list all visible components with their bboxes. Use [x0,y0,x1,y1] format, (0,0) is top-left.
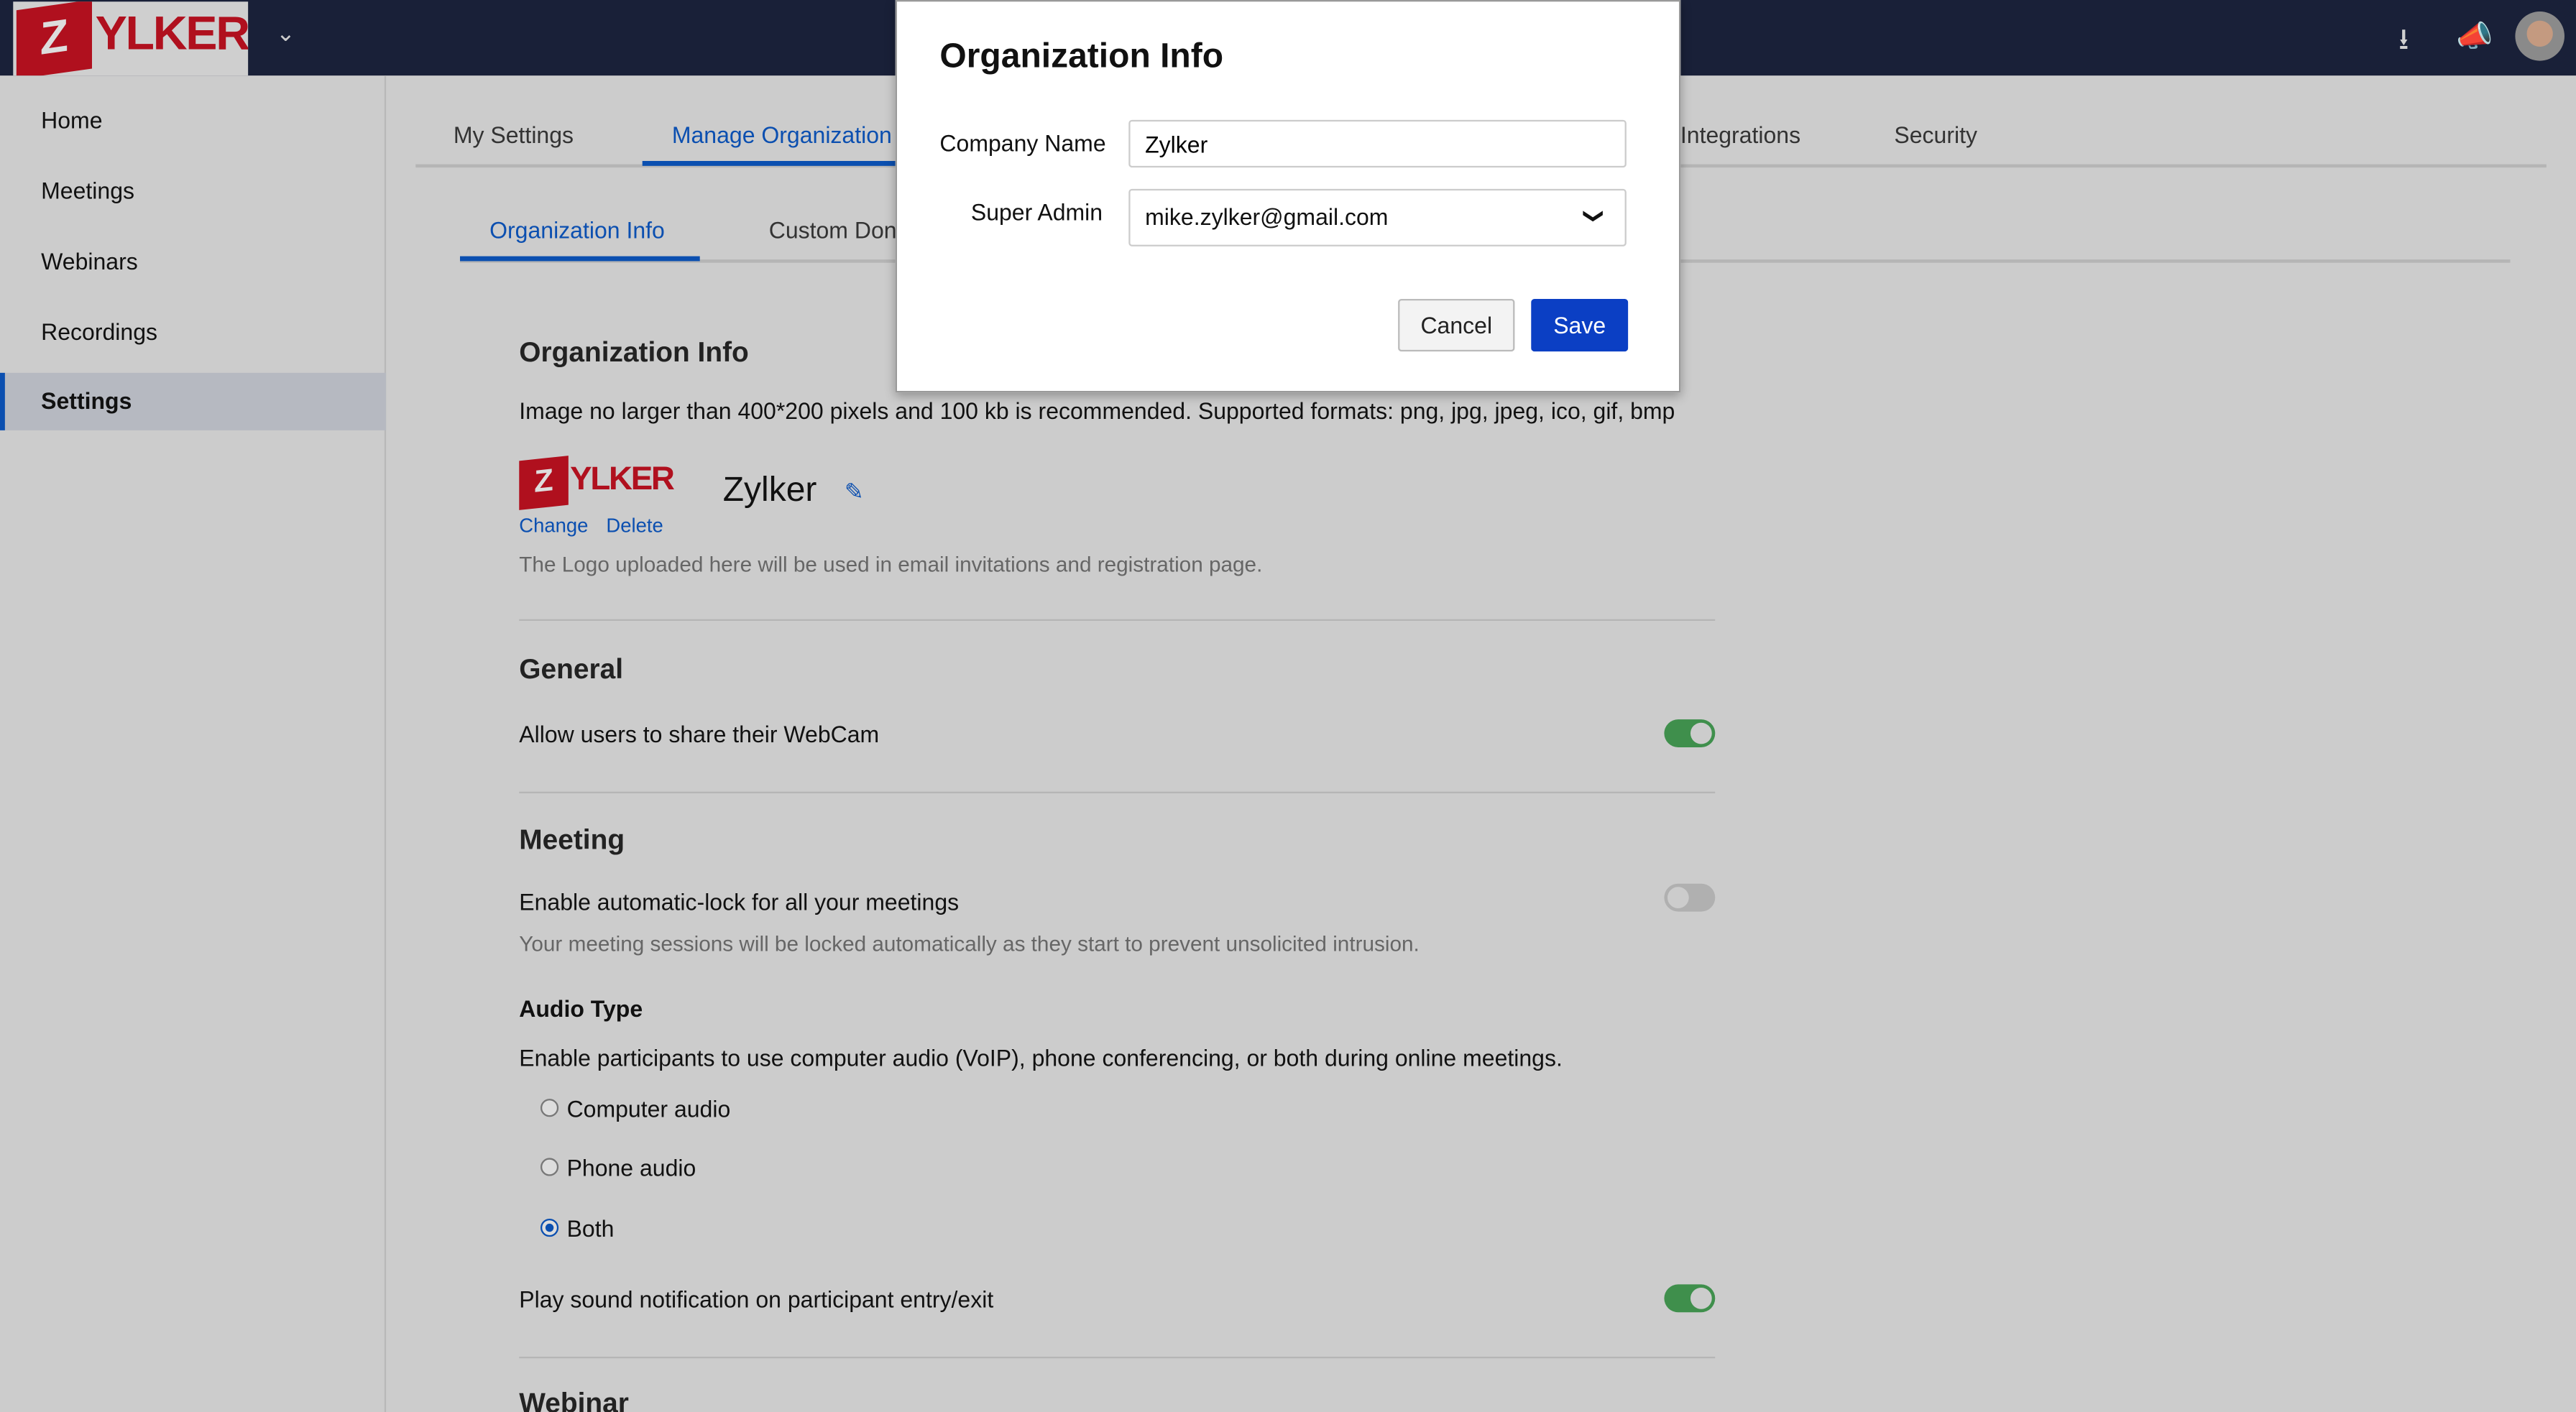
phone-audio-label[interactable]: Phone audio [567,1155,696,1181]
section-title-general: General [519,653,623,686]
company-name-input[interactable] [1128,119,1627,168]
audio-type-description: Enable participants to use computer audi… [519,1044,1563,1071]
radio-both[interactable] [540,1218,559,1237]
org-logo: Z YLKER [519,456,675,510]
divider [519,791,1716,793]
company-name: Zylker [722,471,817,509]
autolock-description: Your meeting sessions will be locked aut… [519,931,1420,956]
sidebar-item-meetings[interactable]: Meetings [0,162,386,220]
cancel-button[interactable]: Cancel [1398,298,1515,352]
autolock-label: Enable automatic-lock for all your meeti… [519,888,960,915]
super-admin-select[interactable]: mike.zylker@gmail.com ❯ [1128,188,1627,246]
megaphone-icon[interactable]: 📣 [2456,19,2493,54]
sidebar-item-home[interactable]: Home [0,92,386,149]
sound-notification-toggle[interactable] [1664,1284,1716,1313]
super-admin-value: mike.zylker@gmail.com [1145,203,1389,230]
active-subtab-indicator [459,256,700,262]
super-admin-label: Super Admin [970,198,1103,226]
tab-manage-organization[interactable]: Manage Organization [672,121,892,148]
download-icon[interactable]: ⭳ [2398,19,2409,69]
webcam-label: Allow users to share their WebCam [519,721,880,747]
delete-logo-link[interactable]: Delete [606,514,663,537]
subtab-custom-domain[interactable]: Custom Don [769,217,897,244]
sidebar-item-recordings[interactable]: Recordings [0,304,386,361]
image-hint: Image no larger than 400*200 pixels and … [519,397,1675,424]
sidebar-item-webinars[interactable]: Webinars [0,234,386,291]
chevron-down-icon[interactable]: ⌄ [276,19,295,47]
computer-audio-label[interactable]: Computer audio [567,1096,731,1122]
sound-notification-label: Play sound notification on participant e… [519,1286,994,1313]
tab-my-settings[interactable]: My Settings [454,121,574,148]
save-button[interactable]: Save [1531,298,1629,352]
webcam-toggle[interactable] [1664,719,1716,747]
active-tab-indicator [642,160,906,166]
change-logo-link[interactable]: Change [519,514,588,537]
sidebar-item-settings[interactable]: Settings [0,372,387,430]
logo-note: The Logo uploaded here will be used in e… [519,551,1263,577]
section-title-meeting: Meeting [519,824,625,856]
edit-pencil-icon[interactable]: ✎ [845,478,864,506]
both-label[interactable]: Both [567,1215,615,1242]
company-name-label: Company Name [939,129,1106,157]
radio-phone-audio[interactable] [540,1158,559,1176]
section-title-org-info: Organization Info [519,336,749,368]
subtab-organization-info[interactable]: Organization Info [489,217,665,244]
sidebar: Home Meetings Webinars Recordings Settin… [0,75,387,1412]
dialog-title: Organization Info [939,37,1224,76]
audio-type-title: Audio Type [519,995,643,1022]
chevron-down-icon: ❯ [1583,208,1606,225]
tab-security[interactable]: Security [1894,121,1977,148]
radio-computer-audio[interactable] [540,1099,559,1117]
divider [519,1356,1716,1359]
organization-info-dialog: Organization Info Company Name Super Adm… [895,0,1681,393]
brand-logo[interactable]: Z YLKER [13,1,249,76]
divider [519,619,1716,621]
section-title-webinar: Webinar [519,1388,629,1412]
avatar[interactable] [2515,11,2564,61]
autolock-toggle[interactable] [1664,883,1716,912]
